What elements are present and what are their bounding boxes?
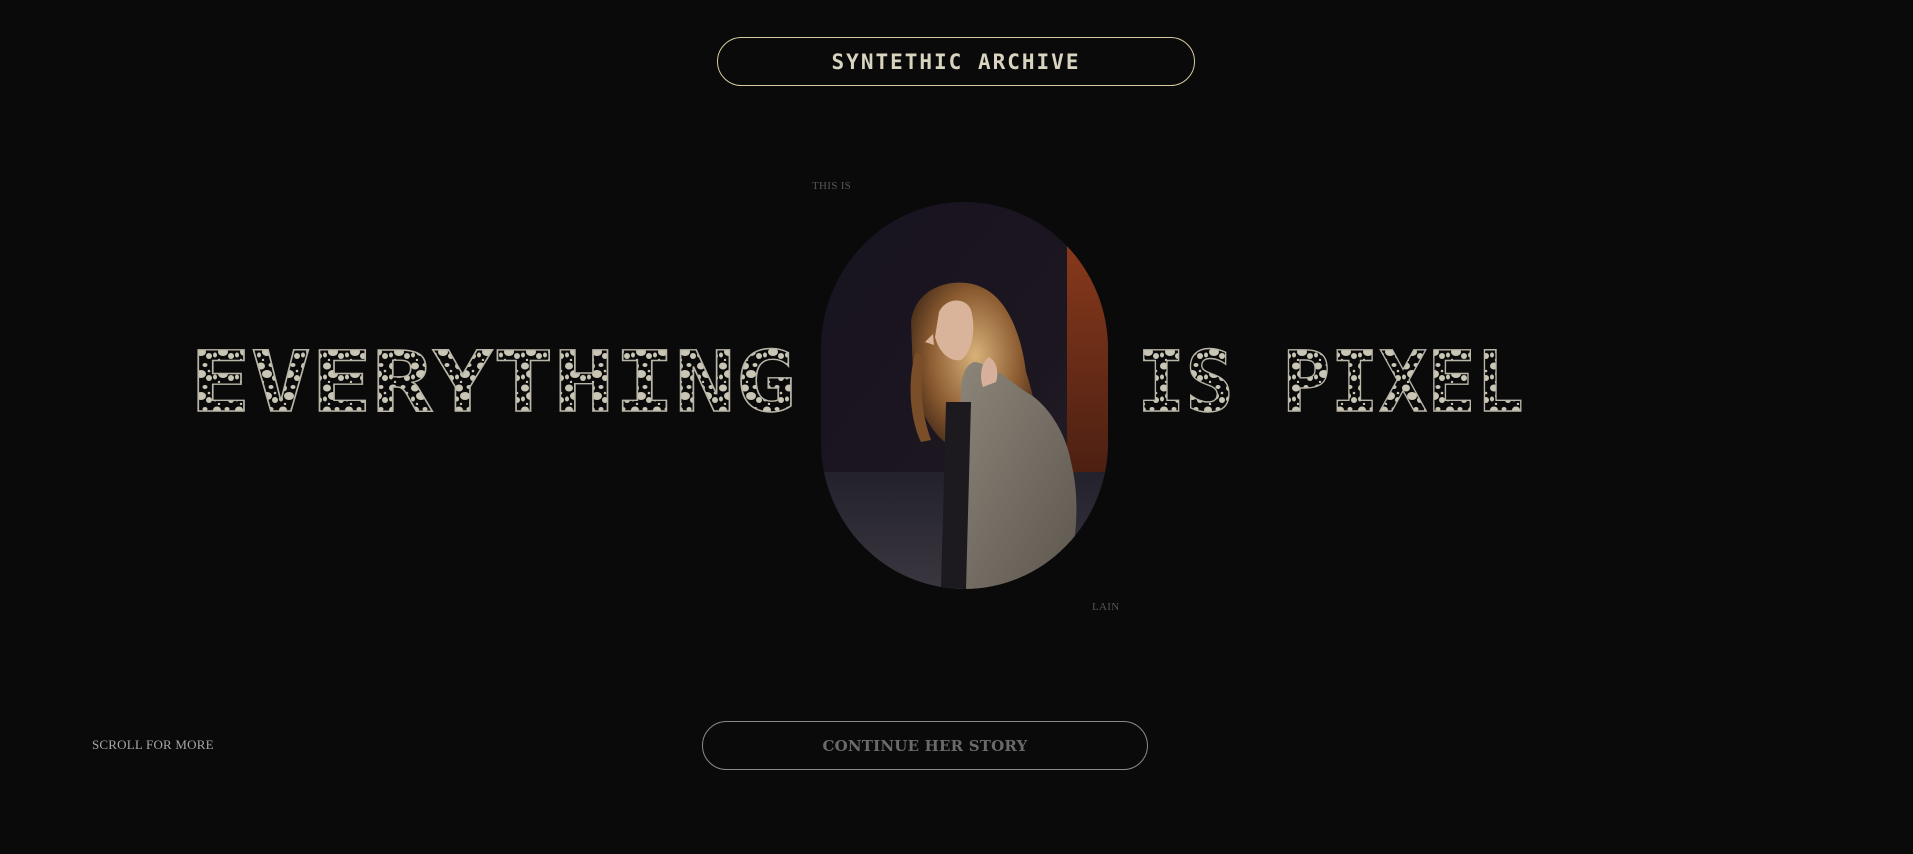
portrait-photo xyxy=(821,202,1108,589)
headline-right-text: IS PIXEL xyxy=(1137,333,1524,431)
continue-story-button[interactable]: CONTINUE HER STORY xyxy=(702,721,1148,770)
headline-left: EVERYTHING xyxy=(189,332,800,431)
headline-right-svg: IS PIXEL xyxy=(1136,332,1524,431)
page: SYNTETHIC ARCHIVE THIS IS EVERYTHING IS … xyxy=(0,0,1913,854)
headline-left-svg: EVERYTHING xyxy=(189,332,796,431)
archive-label: SYNTETHIC ARCHIVE xyxy=(831,49,1081,74)
headline-right: IS PIXEL xyxy=(1136,332,1527,431)
pre-label: THIS IS xyxy=(812,180,852,192)
archive-button[interactable]: SYNTETHIC ARCHIVE xyxy=(717,37,1195,86)
scroll-for-more-link[interactable]: SCROLL FOR MORE xyxy=(92,737,214,753)
post-label: LAIN xyxy=(1092,601,1120,613)
portrait-photo-svg xyxy=(821,202,1108,589)
continue-story-label: CONTINUE HER STORY xyxy=(822,736,1028,755)
headline-left-text: EVERYTHING xyxy=(190,333,796,431)
